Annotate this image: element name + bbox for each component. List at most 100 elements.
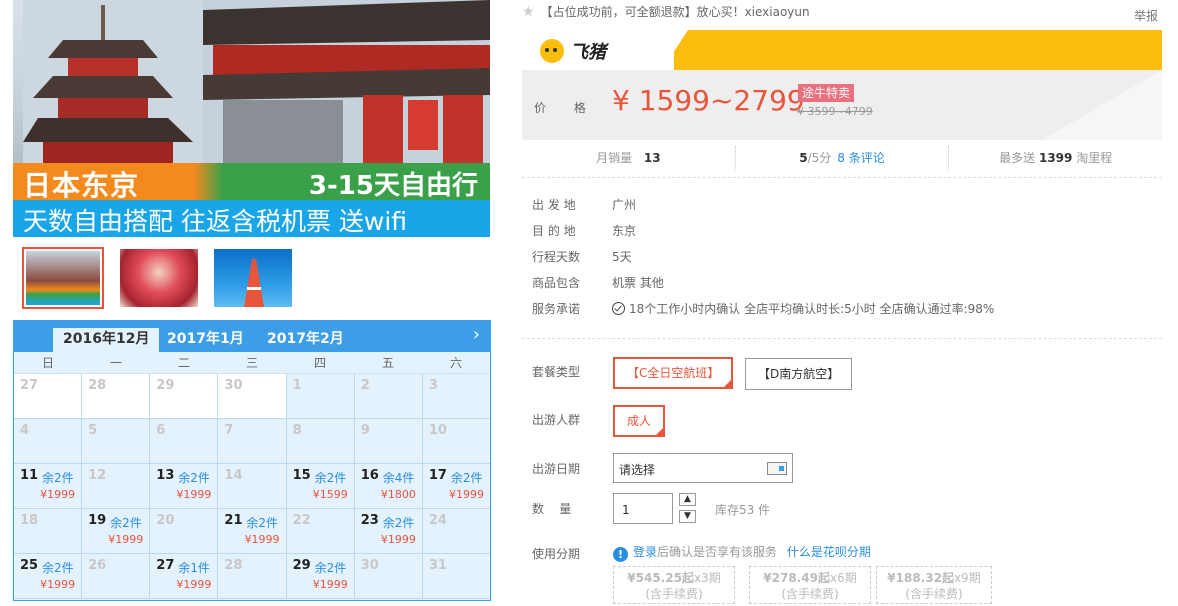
calendar-day: 6 — [150, 419, 219, 463]
tower-icon — [244, 259, 264, 307]
weekday-label: 二 — [177, 356, 190, 370]
quantity-increase-button[interactable]: ▲ — [679, 493, 696, 506]
calendar-day: 4 — [14, 419, 83, 463]
calendar-day: 29 — [150, 374, 219, 418]
day-price: ¥1999 — [244, 533, 280, 546]
day-stock: 余2件 — [314, 561, 347, 575]
day-price: ¥1999 — [40, 578, 76, 591]
installment-price: ¥278.49起 — [763, 571, 830, 585]
calendar-day-grid: 27 28 29 30 1 2 3 4 5 6 7 8 9 10 11 余2件 ¥1999 12 13 余2件 ¥199… — [14, 374, 490, 599]
package-option-d[interactable]: 【D南方航空】 — [745, 358, 852, 390]
travel-date-input[interactable]: 请选择 — [613, 453, 793, 483]
calendar-day-available[interactable]: 29 余2件 ¥1999 — [286, 554, 355, 598]
info-exclamation-icon: ! — [613, 547, 628, 562]
calendar-week-row: 4 5 6 7 8 9 10 — [14, 419, 490, 464]
favorite-star-icon[interactable]: ★ — [522, 4, 535, 20]
installment-fee-note: (含手续费) — [905, 587, 963, 601]
info-value: 机票 其他 — [612, 276, 664, 290]
calendar-day-available[interactable]: 15 余2件 ¥1599 — [286, 464, 355, 508]
day-price: ¥1800 — [380, 488, 416, 501]
installment-option-9[interactable]: ¥188.32起x9期 (含手续费) — [876, 566, 992, 604]
day-number: 14 — [224, 468, 243, 483]
day-stock: 余2件 — [178, 471, 210, 485]
info-row-days: 行程天数 5天 — [532, 248, 994, 274]
calendar-day-available[interactable]: 16 余4件 ¥1800 — [354, 464, 423, 508]
day-number: 17 — [428, 468, 447, 483]
calendar-day: 5 — [82, 419, 151, 463]
installment-periods: x6期 — [829, 571, 857, 585]
calendar-tab-month-1[interactable]: 2016年12月 — [53, 328, 160, 352]
calendar-tab-month-2[interactable]: 2017年1月 — [157, 328, 254, 352]
day-number: 18 — [20, 513, 39, 528]
service-promise-text: 18个工作小时内确认 全店平均确认时长:5小时 全店确认通过率:98% — [629, 302, 995, 316]
installment-periods: x3期 — [693, 571, 721, 585]
traveler-option-adult[interactable]: 成人 — [613, 405, 665, 437]
info-row-departure: 出 发 地 广州 — [532, 196, 994, 222]
day-price: ¥1999 — [40, 488, 76, 501]
calendar-day: 27 — [14, 374, 83, 418]
day-number: 3 — [428, 378, 438, 393]
calendar-day: 20 — [150, 509, 219, 553]
calendar-day-available[interactable]: 13 余2件 ¥1999 — [150, 464, 219, 508]
info-key: 商品包含 — [532, 276, 581, 290]
day-price: ¥1999 — [176, 578, 212, 591]
report-link[interactable]: 举报 — [1134, 7, 1158, 24]
day-number: 30 — [360, 558, 379, 573]
sales-stats-bar: 月销量 13 5/5分 8 条评论 最多送 1399 淘里程 — [522, 146, 1162, 178]
huabei-info: ! 登录后确认是否享有该服务 什么是花呗分期 — [613, 543, 871, 562]
installment-option-6[interactable]: ¥278.49起x6期 (含手续费) — [749, 566, 871, 604]
day-number: 23 — [360, 513, 379, 528]
brand-name: 飞猪 — [570, 42, 606, 63]
reviews-link[interactable]: 8 条评论 — [837, 151, 884, 165]
package-option-c[interactable]: 【C全日空航班】 — [613, 357, 733, 389]
login-link[interactable]: 登录 — [633, 545, 657, 559]
thumbnail-3[interactable] — [212, 247, 294, 309]
calendar-day: 9 — [354, 419, 423, 463]
what-is-huabei-link[interactable]: 什么是花呗分期 — [787, 545, 871, 559]
calendar-day-available[interactable]: 25 余2件 ¥1999 — [14, 554, 83, 598]
calendar-day: 1 — [286, 374, 355, 418]
calendar-header: 2016年12月 2017年1月 2017年2月 › — [14, 321, 490, 352]
info-value: 广州 — [612, 198, 637, 212]
calendar-day-available[interactable]: 19 余2件 ¥1999 — [82, 509, 151, 553]
calendar-next-arrow-icon[interactable]: › — [473, 324, 480, 345]
reward-points: 最多送 1399 淘里程 — [949, 146, 1162, 170]
brand-banner: 飞猪 — [522, 30, 1162, 70]
monthly-sales-label: 月销量 — [596, 151, 633, 165]
weekday-label: 日 — [41, 356, 54, 370]
calendar-icon[interactable] — [767, 462, 787, 475]
huabei-hint: 后确认是否享有该服务 — [657, 545, 778, 559]
day-price: ¥1999 — [176, 488, 212, 501]
calendar-weekday-row: 日 一 二 三 四 五 六 — [14, 352, 490, 374]
installment-option-3[interactable]: ¥545.25起x3期 (含手续费) — [613, 566, 735, 604]
weekday-label: 四 — [313, 356, 326, 370]
departure-calendar: 2016年12月 2017年1月 2017年2月 › 日 一 二 三 四 五 六… — [13, 320, 491, 601]
day-stock: 余2件 — [110, 516, 142, 530]
calendar-day-available[interactable]: 21 余2件 ¥1999 — [218, 509, 287, 553]
trip-info-list: 出 发 地 广州 目 的 地 东京 行程天数 5天 商品包含 机票 其他 服务承… — [532, 196, 994, 326]
installment-fee-note: (含手续费) — [645, 587, 703, 601]
temple-gate-illustration — [203, 0, 490, 170]
calendar-day-available[interactable]: 27 余1件 ¥1999 — [150, 554, 219, 598]
calendar-day: 31 — [422, 554, 490, 598]
calendar-day-available[interactable]: 17 余2件 ¥1999 — [422, 464, 490, 508]
pagoda-illustration — [23, 0, 223, 170]
calendar-day: 14 — [218, 464, 287, 508]
fliggy-face-icon — [540, 39, 564, 63]
thumbnail-1[interactable] — [22, 247, 104, 309]
info-row-service: 服务承诺 18个工作小时内确认 全店平均确认时长:5小时 全店确认通过率:98% — [532, 300, 994, 326]
quantity-label: 数 量 — [532, 502, 572, 516]
thumbnail-2[interactable] — [118, 247, 200, 309]
info-row-destination: 目 的 地 东京 — [532, 222, 994, 248]
product-hero-image: 日本东京 3-15天自由行 天数自由搭配 往返含税机票 送wifi — [13, 0, 490, 237]
day-number: 21 — [224, 513, 243, 528]
quantity-decrease-button[interactable]: ▼ — [679, 510, 696, 523]
points-suffix: 淘里程 — [1076, 151, 1113, 165]
day-stock: 余2件 — [42, 561, 74, 575]
day-price: ¥1999 — [380, 533, 416, 546]
quantity-input[interactable]: 1 — [613, 493, 673, 524]
calendar-tab-month-3[interactable]: 2017年2月 — [257, 328, 354, 352]
rating: 5/5分 8 条评论 — [736, 146, 950, 170]
calendar-day-available[interactable]: 23 余2件 ¥1999 — [354, 509, 423, 553]
calendar-day-available[interactable]: 11 余2件 ¥1999 — [14, 464, 83, 508]
